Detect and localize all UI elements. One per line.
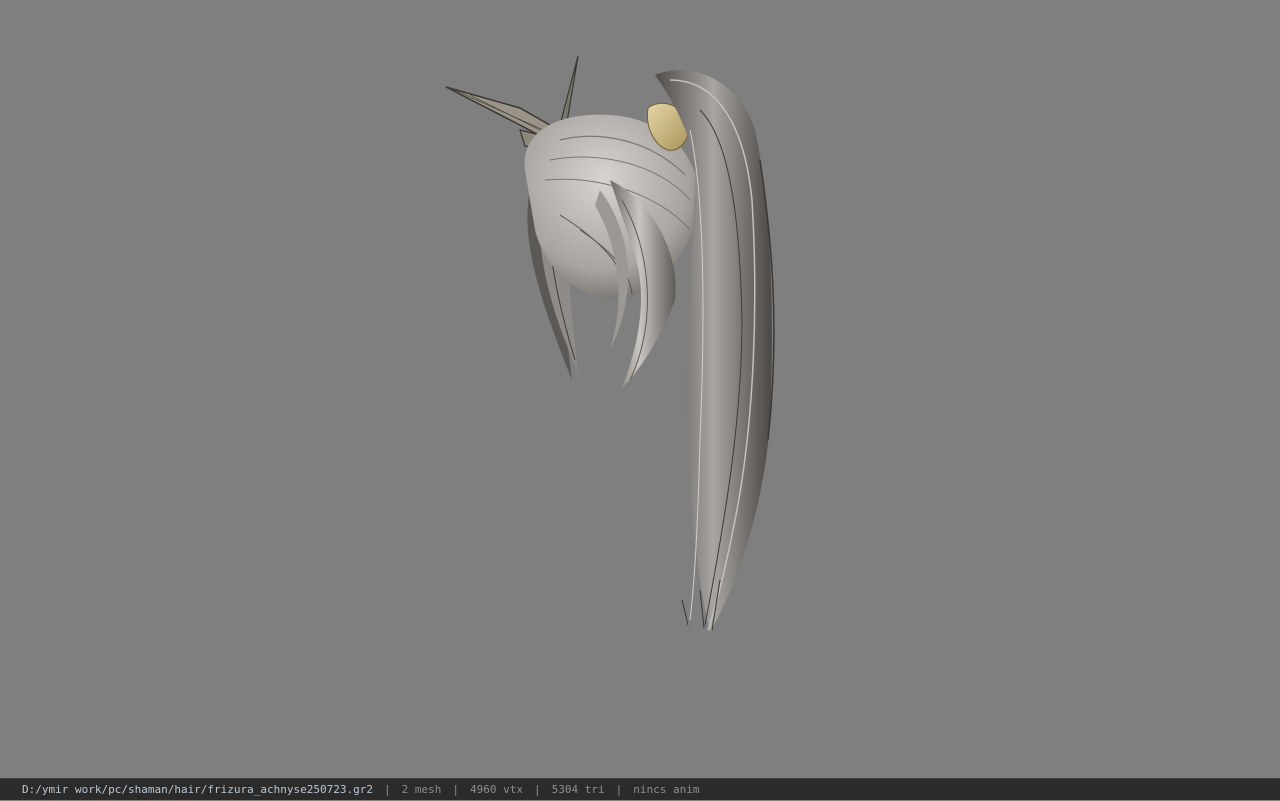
mesh-count-label: 2 mesh — [401, 783, 442, 796]
vertex-count-label: 4960 vtx — [470, 783, 523, 796]
status-separator: | — [452, 783, 459, 796]
status-separator: | — [533, 783, 541, 796]
anim-status-label: nincs anim — [633, 783, 700, 796]
hair-model-render — [445, 55, 775, 633]
3d-viewport[interactable] — [0, 0, 1280, 778]
triangle-count-label: 5304 tri — [551, 783, 605, 796]
status-separator: | — [615, 783, 623, 796]
status-separator: | — [384, 783, 391, 796]
status-bar: D:/ymir work/pc/shaman/hair/frizura_achn… — [0, 778, 1280, 800]
file-path-label: D:/ymir work/pc/shaman/hair/frizura_achn… — [22, 783, 373, 796]
